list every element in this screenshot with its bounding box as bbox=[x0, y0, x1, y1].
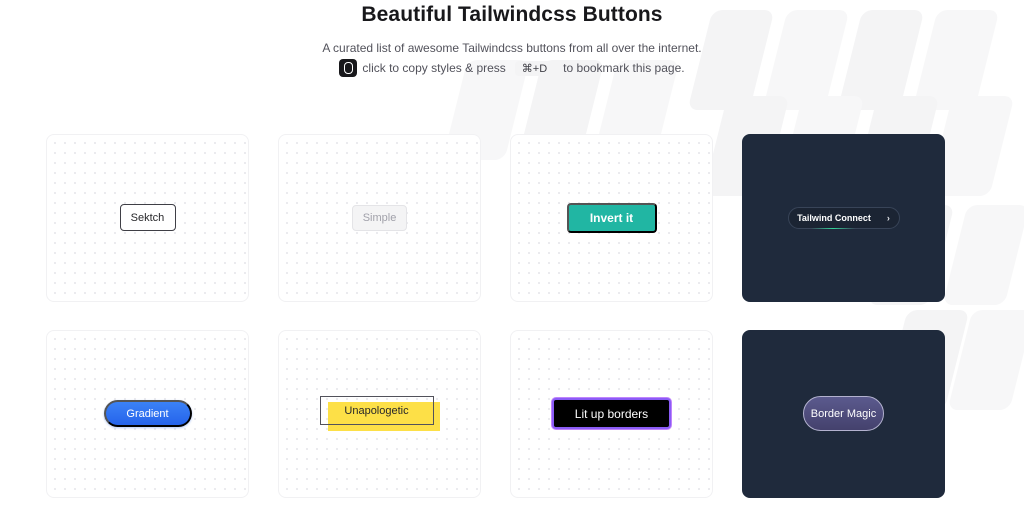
border-magic-button[interactable]: Border Magic bbox=[803, 396, 884, 431]
card-tailwind-connect[interactable]: Tailwind Connect › bbox=[742, 134, 945, 302]
card-sketch[interactable]: Sektch bbox=[46, 134, 249, 302]
buttons-grid: Sektch Simple Invert it Tailwind Connect… bbox=[46, 134, 945, 498]
tailwind-connect-button[interactable]: Tailwind Connect › bbox=[787, 206, 900, 229]
lit-up-borders-button[interactable]: Lit up borders bbox=[552, 398, 671, 429]
gradient-button[interactable]: Gradient bbox=[103, 400, 192, 427]
card-gradient[interactable]: Gradient bbox=[46, 330, 249, 498]
card-invert[interactable]: Invert it bbox=[510, 134, 713, 302]
hint-bookmark-text: to bookmark this page. bbox=[563, 61, 685, 75]
hint-click-text: click to copy styles & press bbox=[362, 61, 506, 75]
shortcut-key: ⌘+D bbox=[514, 60, 555, 76]
invert-it-button[interactable]: Invert it bbox=[566, 202, 657, 233]
page-subtitle: A curated list of awesome Tailwindcss bu… bbox=[322, 41, 702, 55]
copy-hint: click to copy styles & press ⌘+D to book… bbox=[0, 59, 1024, 77]
chevron-right-icon: › bbox=[886, 212, 890, 223]
page-title: Beautiful Tailwindcss Buttons bbox=[361, 3, 663, 26]
button-icon bbox=[339, 59, 358, 77]
card-unapologetic[interactable]: Unapologetic bbox=[278, 330, 481, 498]
card-border-magic[interactable]: Border Magic bbox=[742, 330, 945, 498]
unapologetic-button[interactable]: Unapologetic bbox=[319, 396, 434, 425]
unapologetic-wrapper: Unapologetic bbox=[319, 396, 440, 432]
card-lit-up-borders[interactable]: Lit up borders bbox=[510, 330, 713, 498]
card-simple[interactable]: Simple bbox=[278, 134, 481, 302]
sketch-button[interactable]: Sektch bbox=[119, 204, 176, 231]
tailwind-connect-label: Tailwind Connect bbox=[797, 212, 871, 223]
simple-button[interactable]: Simple bbox=[352, 204, 407, 231]
